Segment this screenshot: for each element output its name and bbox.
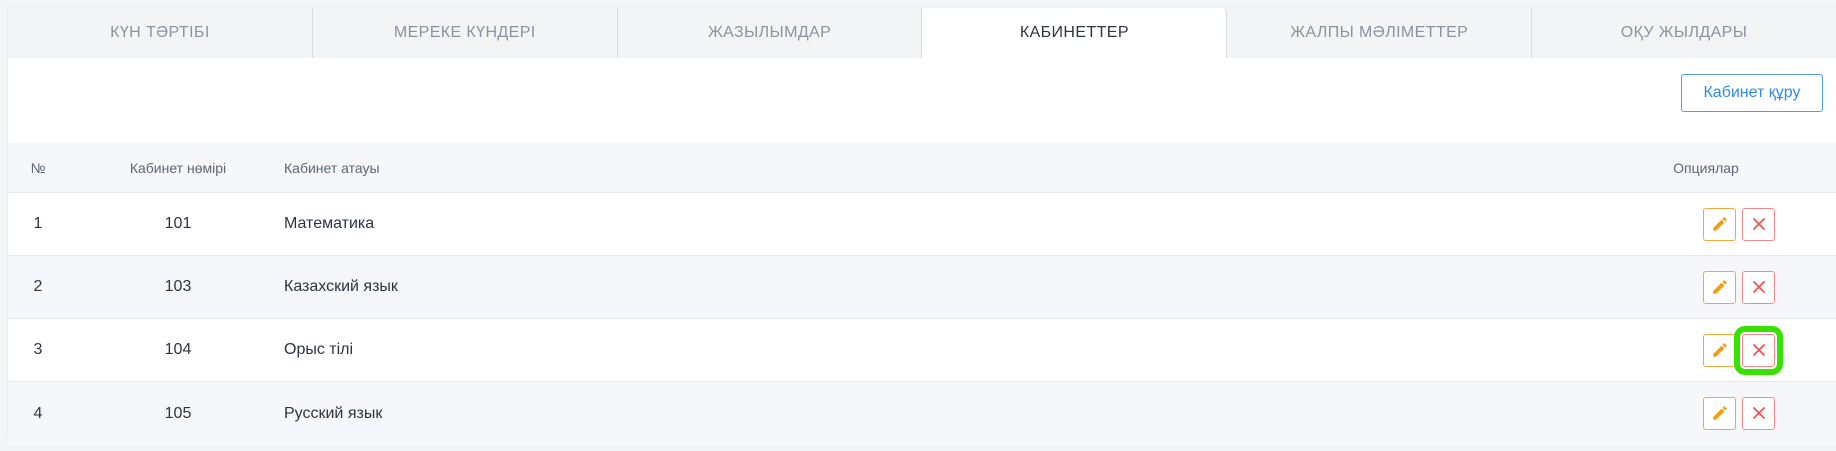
close-icon	[1752, 407, 1765, 419]
tab-subscriptions[interactable]: ЖАЗЫЛЫМДАР	[618, 8, 923, 58]
row-number: 4	[33, 404, 43, 422]
create-room-button[interactable]: Кабинет құру	[1681, 74, 1823, 112]
tab-schedule[interactable]: КҮН ТӘРТІБІ	[8, 8, 313, 58]
pencil-icon	[1712, 217, 1727, 231]
edit-button[interactable]	[1703, 207, 1736, 241]
row-actions	[1703, 270, 1775, 304]
row-number: 2	[33, 278, 43, 295]
tab-holidays[interactable]: МЕРЕКЕ КҮНДЕРІ	[313, 8, 618, 58]
tab-academic-years[interactable]: ОҚУ ЖЫЛДАРЫ	[1532, 8, 1836, 58]
pencil-icon	[1712, 406, 1727, 420]
room-name: Казахский язык	[284, 278, 398, 295]
row-actions	[1703, 207, 1775, 241]
tab-bar: КҮН ТӘРТІБІ МЕРЕКЕ КҮНДЕРІ ЖАЗЫЛЫМДАР КА…	[8, 8, 1836, 58]
pencil-icon	[1712, 343, 1727, 357]
close-icon	[1752, 344, 1765, 356]
pencil-icon	[1712, 280, 1727, 294]
row-number: 1	[33, 215, 43, 232]
tab-general-info[interactable]: ЖАЛПЫ МӘЛІМЕТТЕР	[1227, 8, 1533, 58]
row-number: 3	[33, 341, 43, 358]
header-number: №	[30, 159, 46, 176]
room-number: 104	[164, 341, 192, 358]
room-name: Русский язык	[284, 404, 383, 422]
table-row: 4 105 Русский язык	[8, 382, 1836, 445]
delete-button[interactable]	[1734, 325, 1783, 375]
table-row: 1 101 Математика	[8, 193, 1836, 256]
room-name: Математика	[284, 215, 375, 232]
delete-button[interactable]	[1742, 270, 1775, 304]
rooms-panel: КҮН ТӘРТІБІ МЕРЕКЕ КҮНДЕРІ ЖАЗЫЛЫМДАР КА…	[8, 8, 1836, 445]
edit-button[interactable]	[1703, 396, 1736, 430]
delete-button[interactable]	[1742, 207, 1775, 241]
header-room-name: Кабинет атауы	[284, 159, 380, 176]
edit-button[interactable]	[1703, 333, 1736, 367]
delete-button[interactable]	[1742, 396, 1775, 430]
tab-rooms[interactable]: КАБИНЕТТЕР	[922, 8, 1228, 58]
header-room-number: Кабинет нөмірі	[129, 159, 227, 176]
toolbar: Кабинет құру	[8, 58, 1836, 143]
table-header: № Кабинет нөмірі Кабинет атауы Опциялар	[8, 143, 1836, 193]
table-row: 3 104 Орыс тілі	[8, 319, 1836, 382]
room-number: 105	[164, 404, 192, 422]
close-icon	[1752, 281, 1765, 293]
close-icon	[1752, 218, 1765, 230]
room-name: Орыс тілі	[284, 341, 354, 358]
edit-button[interactable]	[1703, 270, 1736, 304]
row-actions	[1703, 396, 1775, 430]
header-options: Опциялар	[1673, 159, 1739, 176]
room-number: 103	[164, 278, 192, 295]
table-row: 2 103 Казахский язык	[8, 256, 1836, 319]
row-actions	[1703, 325, 1783, 375]
table-body: 1 101 Математика 2 103 Казахский язык 3 …	[8, 193, 1836, 445]
room-number: 101	[164, 215, 192, 232]
